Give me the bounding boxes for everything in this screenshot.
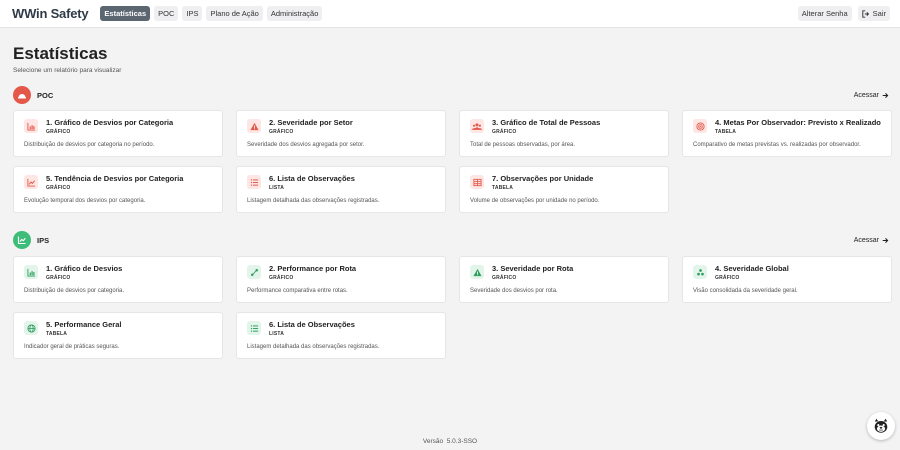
assistant-mascot-button[interactable] — [867, 412, 895, 440]
list-icon — [247, 321, 261, 335]
card-description: Distribuição de desvios por categoria. — [24, 288, 125, 294]
poc-card-6[interactable]: 6. Lista de Observações LISTA Listagem d… — [236, 166, 446, 213]
version-footer: Versão 5.0.3-SSO — [0, 438, 900, 445]
poc-card-7[interactable]: 7. Observações por Unidade TABELA Volume… — [459, 166, 669, 213]
card-title: 1. Gráfico de Desvios por Categoria — [46, 118, 174, 127]
cluster-icon — [693, 265, 707, 279]
card-title: 6. Lista de Observações — [269, 320, 355, 329]
page-title: Estatísticas — [13, 44, 108, 63]
change-password-label: Alterar Senha — [801, 9, 848, 18]
ips-card-1[interactable]: 1. Gráfico de Desvios GRÁFICO Distribuiç… — [13, 256, 223, 303]
poc-card-3[interactable]: 3. Gráfico de Total de Pessoas GRÁFICO T… — [459, 110, 669, 157]
warning-icon — [470, 265, 484, 279]
card-title: 6. Lista de Observações — [269, 174, 355, 183]
app-logo[interactable]: WWin Safety — [12, 6, 89, 21]
user-actions: Alterar Senha Sair — [797, 6, 890, 21]
card-title: 5. Tendência de Desvios por Categoria — [46, 174, 184, 183]
ips-card-5[interactable]: 5. Performance Geral TABELA Indicador ge… — [13, 312, 223, 359]
card-tag: GRÁFICO — [492, 129, 517, 135]
poc-access-link[interactable]: Acessar — [854, 92, 889, 99]
route-icon — [247, 265, 261, 279]
poc-card-5[interactable]: 5. Tendência de Desvios por Categoria GR… — [13, 166, 223, 213]
card-description: Comparativo de metas previstas vs. reali… — [693, 142, 861, 148]
card-description: Total de pessoas observadas, por área. — [470, 142, 576, 148]
card-tag: GRÁFICO — [46, 275, 71, 281]
ips-chart-icon — [13, 231, 31, 249]
arrow-right-icon — [882, 237, 889, 243]
page-subtitle: Selecione um relatório para visualizar — [13, 67, 122, 74]
logout-button[interactable]: Sair — [857, 6, 890, 21]
poc-card-2[interactable]: 2. Severidade por Setor GRÁFICO Severida… — [236, 110, 446, 157]
logout-label: Sair — [872, 9, 886, 18]
card-description: Volume de observações por unidade no per… — [470, 198, 600, 204]
list-icon — [247, 175, 261, 189]
ips-card-3[interactable]: 3. Severidade por Rota GRÁFICO Severidad… — [459, 256, 669, 303]
poc-access-label: Acessar — [853, 91, 879, 99]
bulldog-mascot-icon — [874, 418, 888, 433]
logout-icon — [861, 9, 869, 18]
card-tag: GRÁFICO — [46, 185, 71, 191]
version-label: Versão — [422, 438, 444, 445]
card-tag: TABELA — [492, 185, 514, 191]
nav-estatisticas[interactable]: Estatísticas — [100, 6, 151, 21]
arrow-right-icon — [882, 92, 889, 98]
poc-card-4[interactable]: 4. Metas Por Observador: Previsto x Real… — [682, 110, 892, 157]
card-tag: LISTA — [269, 331, 285, 337]
section-poc-header: POC Acessar — [13, 86, 889, 104]
nav-administracao[interactable]: Administração — [266, 6, 323, 21]
bar-chart-icon — [24, 119, 38, 133]
card-title: 4. Metas Por Observador: Previsto x Real… — [715, 118, 881, 127]
nav-poc[interactable]: POC — [154, 6, 179, 21]
ips-access-link[interactable]: Acessar — [854, 237, 889, 244]
card-description: Performance comparativa entre rotas. — [247, 288, 348, 294]
version-number: 5.0.3-SSO — [446, 438, 478, 445]
card-title: 4. Severidade Global — [715, 264, 789, 273]
section-ips-header: IPS Acessar — [13, 231, 889, 249]
card-tag: GRÁFICO — [492, 275, 517, 281]
card-description: Visão consolidada da severidade geral. — [693, 288, 798, 294]
card-tag: GRÁFICO — [46, 129, 71, 135]
card-title: 3. Severidade por Rota — [492, 264, 574, 273]
nav-ips[interactable]: IPS — [182, 6, 203, 21]
card-title: 2. Severidade por Setor — [269, 118, 353, 127]
people-icon — [470, 119, 484, 133]
trend-icon — [24, 175, 38, 189]
main-nav: Estatísticas POC IPS Plano de Ação Admin… — [100, 6, 323, 21]
warning-icon — [247, 119, 261, 133]
card-tag: GRÁFICO — [715, 275, 740, 281]
target-icon — [693, 119, 707, 133]
card-title: 2. Performance por Rota — [269, 264, 357, 273]
ips-card-4[interactable]: 4. Severidade Global GRÁFICO Visão conso… — [682, 256, 892, 303]
bar-chart-icon — [24, 265, 38, 279]
top-navbar: WWin Safety Estatísticas POC IPS Plano d… — [0, 0, 900, 28]
card-description: Indicador geral de práticas seguras. — [24, 344, 120, 350]
table-icon — [470, 175, 484, 189]
card-description: Listagem detalhada das observações regis… — [247, 198, 380, 204]
section-poc-title: POC — [37, 90, 54, 100]
card-description: Severidade dos desvios agregada por seto… — [247, 142, 365, 148]
card-description: Listagem detalhada das observações regis… — [247, 344, 380, 350]
card-tag: TABELA — [715, 129, 737, 135]
card-title: 5. Performance Geral — [46, 320, 122, 329]
section-ips-title: IPS — [37, 235, 50, 245]
card-description: Evolução temporal dos desvios por catego… — [24, 198, 146, 204]
card-title: 3. Gráfico de Total de Pessoas — [492, 118, 601, 127]
card-description: Severidade dos desvios por rota. — [470, 288, 558, 294]
card-title: 7. Observações por Unidade — [492, 174, 594, 183]
poc-helmet-icon — [13, 86, 31, 104]
nav-plano-de-acao[interactable]: Plano de Ação — [206, 6, 263, 21]
change-password-button[interactable]: Alterar Senha — [797, 6, 852, 21]
card-tag: LISTA — [269, 185, 285, 191]
ips-card-6[interactable]: 6. Lista de Observações LISTA Listagem d… — [236, 312, 446, 359]
card-tag: GRÁFICO — [269, 275, 294, 281]
card-tag: GRÁFICO — [269, 129, 294, 135]
poc-card-1[interactable]: 1. Gráfico de Desvios por Categoria GRÁF… — [13, 110, 223, 157]
card-title: 1. Gráfico de Desvios — [46, 264, 123, 273]
globe-icon — [24, 321, 38, 335]
card-tag: TABELA — [46, 331, 68, 337]
ips-card-2[interactable]: 2. Performance por Rota GRÁFICO Performa… — [236, 256, 446, 303]
ips-access-label: Acessar — [853, 236, 879, 244]
card-description: Distribuição de desvios por categoria no… — [24, 142, 155, 148]
